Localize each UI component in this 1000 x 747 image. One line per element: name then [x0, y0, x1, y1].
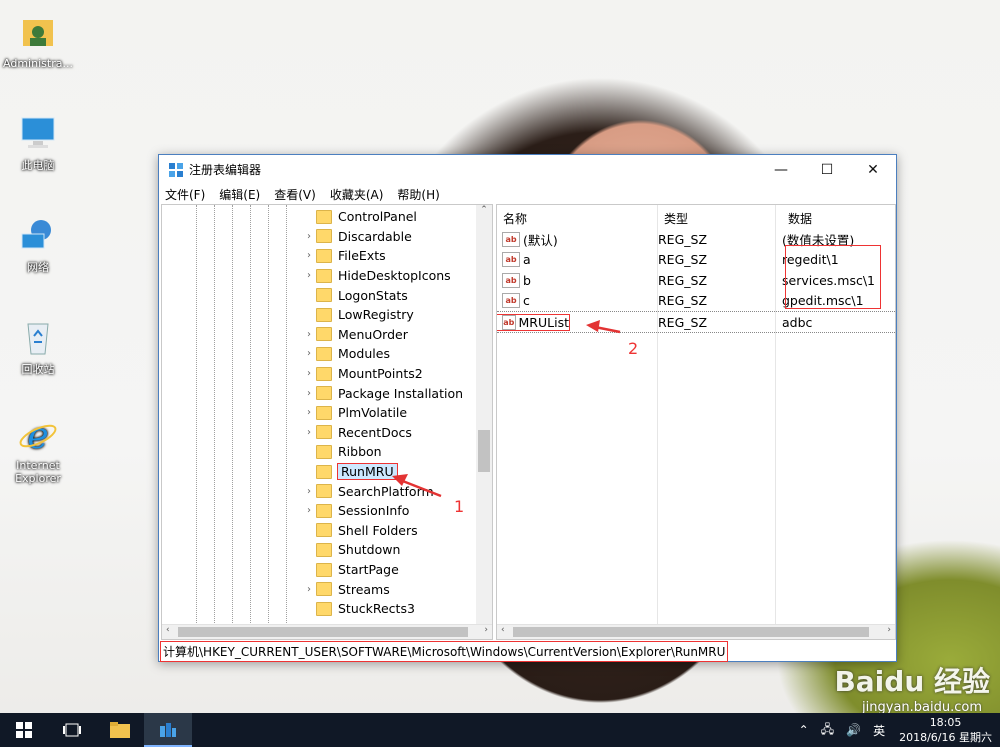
annotation-arrows: [392, 320, 621, 498]
clock-time: 18:05: [929, 716, 962, 729]
registry-editor-taskbar-button[interactable]: [144, 713, 192, 747]
system-tray: ⌃ 🖧 🔊 英 18:05 2018/6/16 星期六: [793, 713, 1000, 747]
file-explorer-icon: [110, 722, 130, 738]
network-tray-icon[interactable]: 🖧: [821, 720, 834, 741]
registry-editor-icon: [160, 723, 176, 737]
volume-icon[interactable]: 🔊: [846, 723, 861, 737]
start-button[interactable]: [0, 713, 48, 747]
chevron-up-icon[interactable]: ⌃: [799, 723, 809, 737]
input-language[interactable]: 英: [873, 722, 885, 739]
file-explorer-button[interactable]: [96, 713, 144, 747]
task-view-icon: [63, 723, 81, 737]
clock[interactable]: 18:05 2018/6/16 星期六: [899, 715, 992, 745]
baidu-watermark: Baidu 经验: [834, 665, 990, 698]
annotation-label-1: 1: [454, 497, 465, 516]
annotation-label-2: 2: [628, 339, 639, 358]
taskbar: ⌃ 🖧 🔊 英 18:05 2018/6/16 星期六: [0, 713, 1000, 747]
task-view-button[interactable]: [48, 713, 96, 747]
windows-logo-icon: [16, 722, 32, 738]
clock-date: 2018/6/16 星期六: [899, 731, 992, 744]
